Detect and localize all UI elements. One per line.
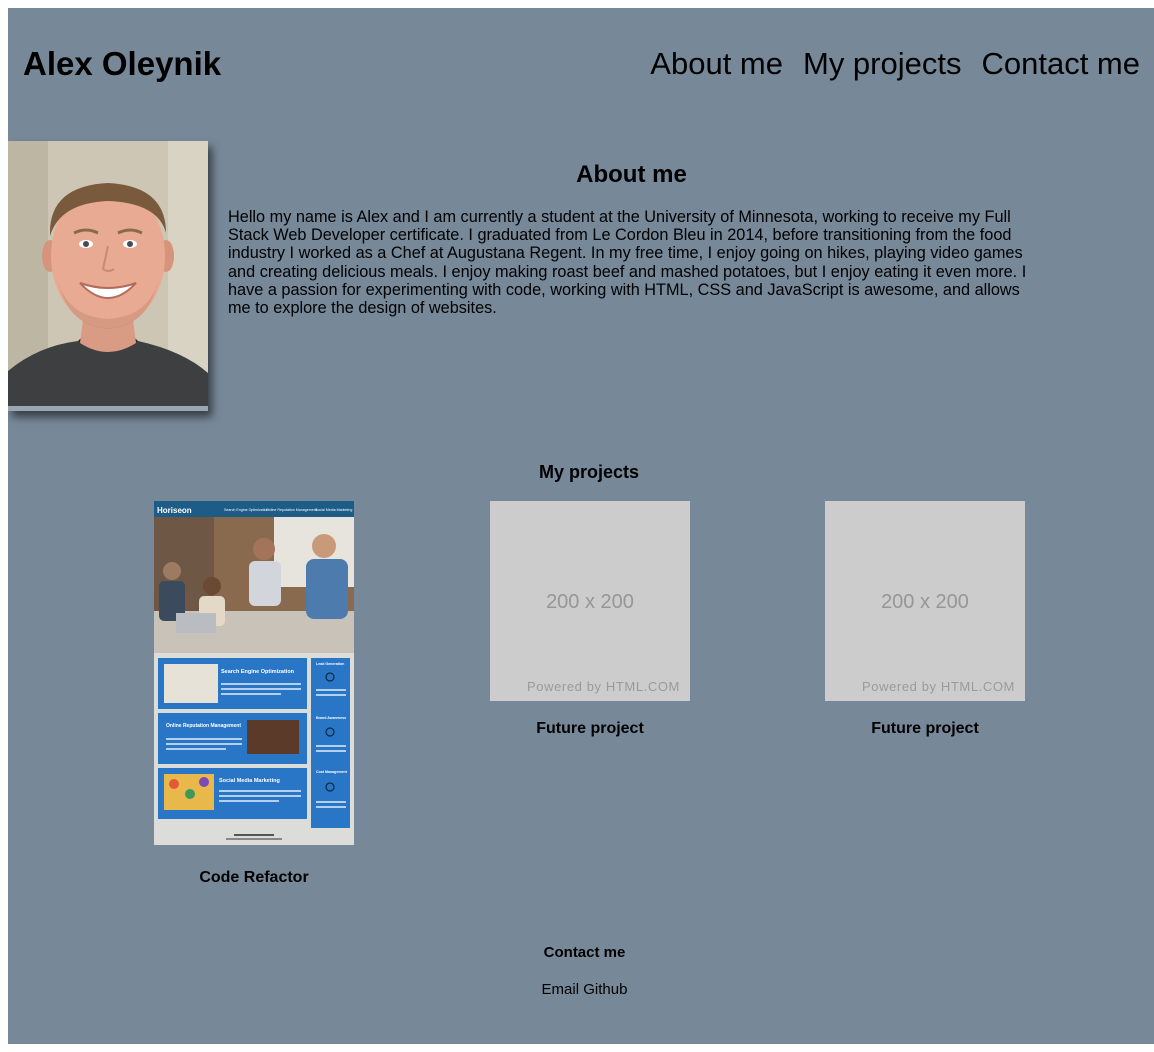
project-card-code-refactor[interactable]: Horiseon Search Engine Optimization Onli…: [154, 501, 354, 888]
contact-heading: Contact me: [543, 944, 626, 961]
placeholder-size-text: 200 x 200: [546, 591, 634, 613]
project-caption: Future project: [871, 720, 979, 737]
github-link[interactable]: Github: [583, 981, 627, 998]
placeholder-image[interactable]: 200 x 200 Powered by HTML.COM: [825, 501, 1025, 701]
thumb-nav-2: Online Reputation Management: [266, 508, 317, 512]
about-heading: About me: [576, 161, 687, 188]
placeholder-size-text: 200 x 200: [881, 591, 969, 613]
main-nav: About me My projects Contact me: [650, 46, 1140, 82]
photo-frame-bar: [8, 406, 208, 411]
project-card-future-1[interactable]: 200 x 200 Powered by HTML.COM Future pro…: [490, 501, 690, 739]
project-caption: Future project: [536, 720, 644, 737]
nav-link-about[interactable]: About me: [650, 46, 783, 82]
thumb-card-1: Search Engine Optimization: [221, 669, 295, 675]
project-card-future-2[interactable]: 200 x 200 Powered by HTML.COM Future pro…: [825, 501, 1025, 739]
thumb-card-2: Online Reputation Management: [166, 723, 241, 729]
email-link[interactable]: Email: [542, 981, 580, 998]
nav-link-projects[interactable]: My projects: [803, 46, 961, 82]
thumb-side-2: Brand Awareness: [316, 716, 346, 720]
projects-heading: My projects: [538, 462, 640, 482]
placeholder-image[interactable]: 200 x 200 Powered by HTML.COM: [490, 501, 690, 701]
nav-link-contact[interactable]: Contact me: [981, 46, 1140, 82]
thumb-brand: Horiseon: [157, 506, 192, 515]
profile-photo: [8, 141, 208, 411]
thumb-side-1: Lead Generation: [316, 662, 344, 666]
site-title: Alex Oleynik: [23, 45, 222, 82]
project-caption: Code Refactor: [199, 869, 309, 886]
thumb-nav-3: Social Media Marketing: [315, 508, 352, 512]
placeholder-credit: Powered by HTML.COM: [527, 679, 680, 694]
code-refactor-screenshot[interactable]: Horiseon Search Engine Optimization Onli…: [154, 501, 354, 850]
thumb-card-3: Social Media Marketing: [219, 778, 280, 784]
page: Alex Oleynik About me My projects Contac…: [8, 8, 1154, 1044]
placeholder-credit: Powered by HTML.COM: [862, 679, 1015, 694]
thumb-nav-1: Search Engine Optimization: [224, 508, 269, 512]
about-paragraph: Hello my name is Alex and I am currently…: [228, 208, 1027, 318]
thumb-side-3: Cost Management: [316, 770, 348, 774]
contact-links: Email Github: [8, 980, 1154, 1000]
